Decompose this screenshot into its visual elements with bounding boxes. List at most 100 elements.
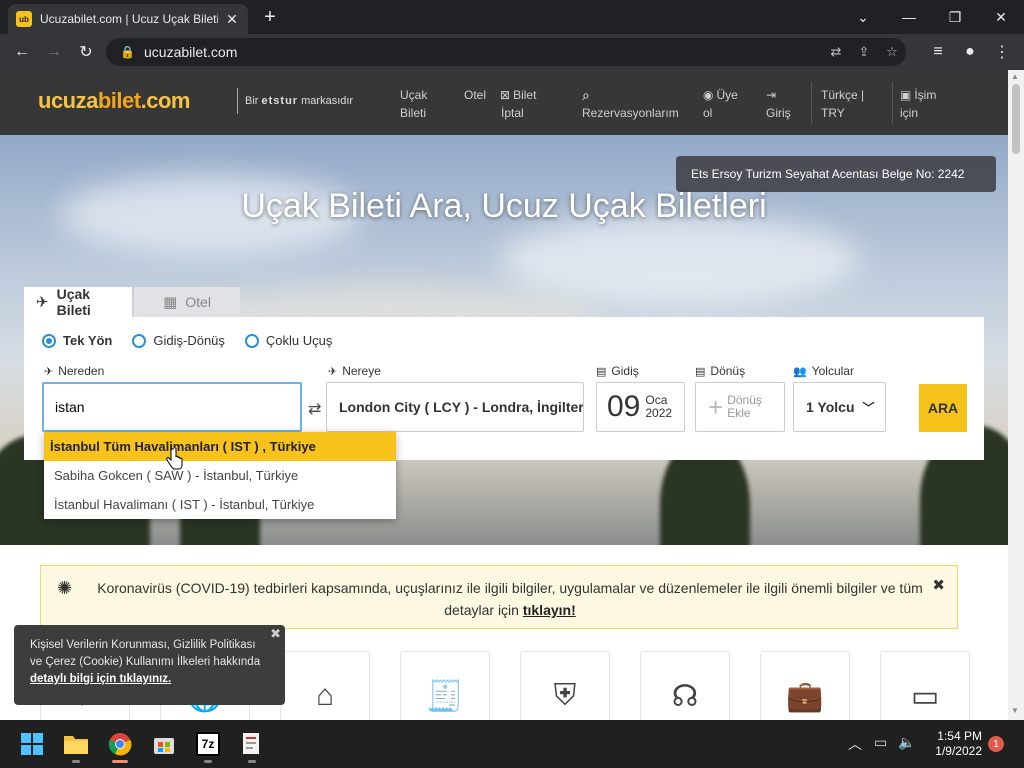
- start-button[interactable]: [16, 728, 48, 760]
- hotel-building-icon: ▦: [163, 294, 178, 311]
- departure-date-field[interactable]: 09 Oca 2022: [596, 382, 685, 432]
- passengers-value: 1 Yolcu: [806, 399, 855, 415]
- translate-icon[interactable]: ⇄: [822, 44, 850, 60]
- menu-kebab-icon[interactable]: ⋮: [988, 38, 1016, 66]
- origin-input[interactable]: [55, 399, 255, 415]
- scroll-down-arrow-icon[interactable]: ▼: [1011, 706, 1019, 715]
- service-card[interactable]: ⛨: [520, 651, 610, 720]
- nav-reservations[interactable]: ⌕ Rezervasyonlarım: [582, 86, 679, 122]
- user-icon: ◉: [703, 88, 714, 102]
- page-scrollbar[interactable]: ▲ ▼: [1008, 70, 1024, 720]
- scroll-up-arrow-icon[interactable]: ▲: [1011, 72, 1019, 81]
- close-window-button[interactable]: ✕: [978, 0, 1024, 34]
- document-app-icon: [243, 733, 259, 754]
- tab-close-icon[interactable]: ✕: [224, 11, 240, 28]
- from-label-text: Nereden: [58, 364, 105, 378]
- tab-hotel[interactable]: ▦ Otel: [134, 287, 240, 317]
- passengers-select[interactable]: 1 Yolcu ﹀: [793, 382, 886, 432]
- radio-dot[interactable]: [42, 333, 56, 348]
- lock-icon[interactable]: 🔒: [120, 45, 135, 59]
- covid-details-link[interactable]: tıklayın!: [523, 602, 576, 618]
- return-add-line2: Ekle: [727, 406, 751, 420]
- show-hidden-icons-chevron-icon[interactable]: ︿: [848, 734, 862, 754]
- system-clock[interactable]: 1:54 PM 1/9/2022: [924, 729, 982, 759]
- radio-dot[interactable]: [132, 333, 147, 348]
- url-text[interactable]: ucuzabilet.com: [144, 44, 822, 60]
- nav-hotel[interactable]: Otel: [464, 86, 486, 104]
- file-explorer-button[interactable]: [60, 728, 92, 763]
- destination-field[interactable]: London City ( LCY ) - Londra, İngiltere: [326, 382, 584, 432]
- scroll-thumb[interactable]: [1012, 84, 1020, 154]
- cookie-details-link[interactable]: detaylı bilgi için tıklayınız.: [30, 673, 171, 685]
- nav-signup-line2: ol: [703, 106, 713, 120]
- search-button[interactable]: ARA: [919, 384, 967, 432]
- forward-button[interactable]: →: [40, 38, 68, 66]
- sevenzip-taskbar-button[interactable]: 7z: [192, 728, 224, 763]
- nav-flight-ticket[interactable]: Uçak Bileti: [400, 86, 427, 122]
- share-icon[interactable]: ⇪: [850, 44, 878, 60]
- site-logo[interactable]: ucuzabilet.com: [38, 88, 190, 114]
- new-tab-button[interactable]: +: [258, 5, 282, 29]
- cookie-text: Kişisel Verilerin Korunması, Gizlilik Po…: [30, 639, 261, 668]
- departure-label-text: Gidiş: [611, 364, 639, 378]
- running-indicator: [248, 760, 256, 763]
- tab-search-chevron-icon[interactable]: ⌄: [840, 0, 886, 34]
- receipt-icon: 🧾: [426, 679, 464, 713]
- suggestion-item[interactable]: İstanbul Havalimanı ( IST ) - İstanbul, …: [44, 490, 396, 519]
- logo-divider: [237, 88, 238, 114]
- passengers-label-text: Yolcular: [811, 364, 854, 378]
- notification-badge[interactable]: 1: [988, 736, 1004, 752]
- minimize-button[interactable]: —: [886, 0, 932, 34]
- tab-flight[interactable]: ✈ Uçak Bileti: [24, 286, 132, 318]
- profile-icon[interactable]: ●: [956, 38, 984, 66]
- service-card[interactable]: ☊: [640, 651, 730, 720]
- nav-divider: [892, 82, 893, 124]
- destination-value[interactable]: London City ( LCY ) - Londra, İngiltere: [339, 399, 583, 415]
- service-card[interactable]: ▭: [880, 651, 970, 720]
- nav-ticket-cancel[interactable]: ⊠ Bilet İptal: [500, 86, 536, 122]
- reload-button[interactable]: ↻: [72, 38, 100, 66]
- calendar-icon: ▤: [596, 366, 607, 378]
- bookmark-star-icon[interactable]: ☆: [878, 44, 906, 60]
- suggestion-item[interactable]: Sabiha Gokcen ( SAW ) - İstanbul, Türkiy…: [44, 461, 396, 490]
- nav-login[interactable]: ⇥ Giriş: [766, 86, 791, 122]
- network-icon[interactable]: ▭: [874, 734, 887, 751]
- service-card[interactable]: ⌂: [280, 651, 370, 720]
- brand-prefix: Bir: [245, 95, 259, 107]
- nav-signup[interactable]: ◉ Üye ol: [703, 86, 738, 122]
- close-icon[interactable]: ✖: [270, 625, 281, 642]
- trip-type-options: Tek Yön Gidiş-Dönüş Çoklu Uçuş: [42, 333, 352, 348]
- sevenzip-icon: 7z: [196, 732, 220, 756]
- passengers-icon: 👥: [793, 366, 807, 378]
- plus-icon: +: [708, 392, 724, 422]
- volume-icon[interactable]: 🔈: [898, 734, 915, 751]
- briefcase-icon: 💼: [786, 679, 824, 713]
- service-card[interactable]: 💼: [760, 651, 850, 720]
- radio-dot[interactable]: [244, 333, 259, 348]
- passengers-label: 👥 Yolcular: [793, 364, 854, 378]
- nav-business[interactable]: ▣ İşim için: [900, 86, 936, 122]
- chrome-taskbar-button[interactable]: [104, 728, 136, 763]
- radio-one-way[interactable]: Tek Yön: [42, 333, 112, 348]
- radio-round-trip[interactable]: Gidiş-Dönüş: [132, 333, 225, 348]
- store-taskbar-button[interactable]: [148, 728, 180, 760]
- service-card[interactable]: 🧾: [400, 651, 490, 720]
- tab-hotel-label: Otel: [185, 294, 211, 310]
- suggestion-item[interactable]: İstanbul Tüm Havalimanları ( IST ) , Tür…: [44, 432, 396, 461]
- nav-language-currency[interactable]: Türkçe | TRY: [821, 86, 864, 122]
- radio-multi-city[interactable]: Çoklu Uçuş: [244, 333, 332, 348]
- origin-field[interactable]: [42, 382, 302, 432]
- covid-notice-text: Koronavirüs (COVID-19) tedbirleri kapsam…: [85, 577, 935, 621]
- return-date-field[interactable]: + Dönüş Ekle: [695, 382, 785, 432]
- browser-tab[interactable]: ub Ucuzabilet.com | Ucuz Uçak Bileti ✕: [8, 4, 248, 34]
- swap-direction-icon[interactable]: ⇄: [308, 399, 321, 419]
- app-taskbar-button[interactable]: [236, 728, 268, 763]
- origin-suggestions-dropdown: İstanbul Tüm Havalimanları ( IST ) , Tür…: [44, 432, 396, 519]
- back-button[interactable]: ←: [8, 38, 36, 66]
- close-icon[interactable]: ✖: [932, 576, 945, 594]
- restore-button[interactable]: ❐: [932, 0, 978, 34]
- credit-card-icon: ▭: [910, 679, 940, 713]
- windows-taskbar: 7z ︿ ▭ 🔈 1:54 PM 1/9/2022 1: [0, 720, 1024, 768]
- media-control-icon[interactable]: ≡: [924, 38, 952, 66]
- address-bar[interactable]: 🔒 ucuzabilet.com ⇄ ⇪ ☆: [106, 38, 906, 66]
